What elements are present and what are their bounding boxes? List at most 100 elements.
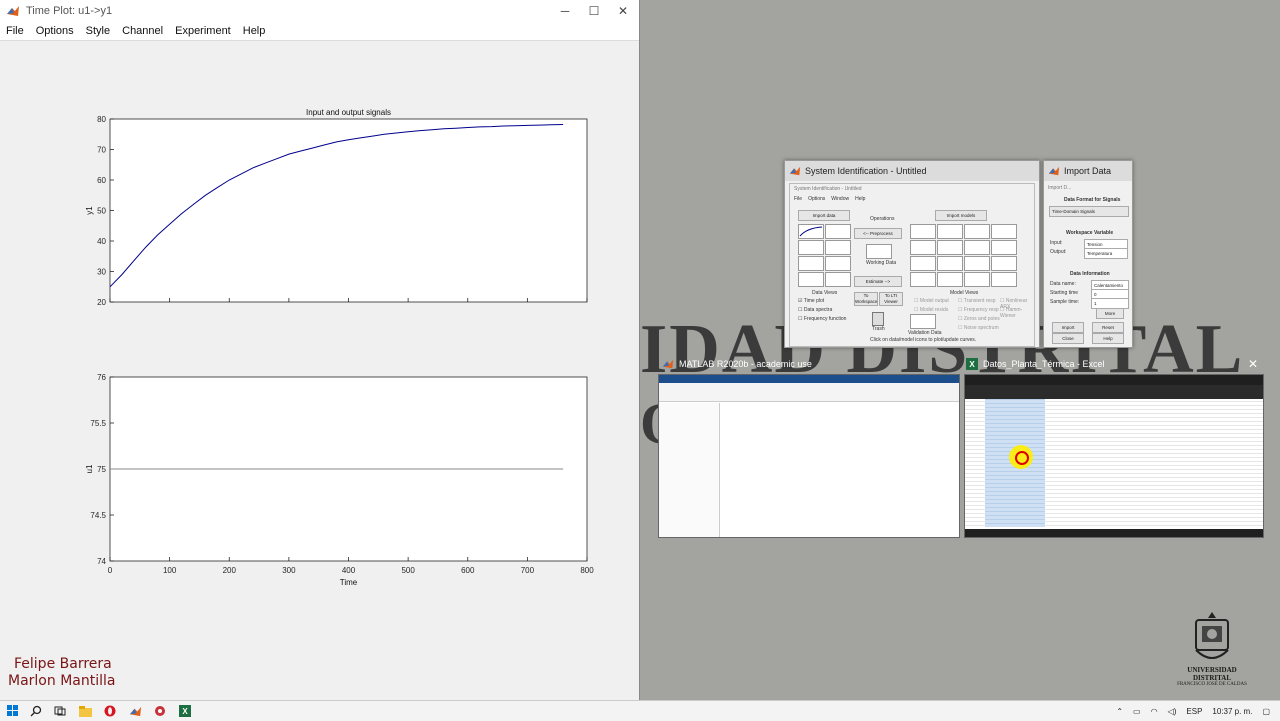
model-slot[interactable]	[991, 272, 1017, 287]
validation-data-slot[interactable]	[910, 314, 936, 329]
chevron-up-icon[interactable]: ⌃	[1116, 707, 1123, 716]
file-explorer-icon[interactable]	[78, 704, 92, 718]
model-slot[interactable]	[964, 240, 990, 255]
data-slot[interactable]	[825, 256, 851, 271]
thumbnail-close-icon[interactable]: ✕	[1248, 357, 1258, 371]
matlab-icon	[7, 6, 19, 16]
trash-icon[interactable]	[872, 312, 884, 326]
opera-icon[interactable]	[103, 704, 117, 718]
help-button[interactable]: Help	[1092, 333, 1124, 344]
model-slot[interactable]	[991, 224, 1017, 239]
zeros-poles-check[interactable]: ☐ Zeros and poles	[958, 316, 1000, 322]
model-resids-check[interactable]: ☐ Model resids	[914, 307, 948, 313]
excel-thumbnail-title[interactable]: X Datos_Planta_Térmica - Excel	[966, 358, 1105, 370]
menu-bar: File Options Style Channel Experiment He…	[0, 22, 639, 41]
credit-name: Marlon Mantilla	[8, 673, 116, 689]
menu-options[interactable]: Options	[30, 25, 80, 37]
data-slot[interactable]	[798, 272, 824, 287]
menu-file[interactable]: File	[0, 25, 30, 37]
menu-help[interactable]: Help	[855, 196, 865, 202]
data-slot[interactable]	[798, 256, 824, 271]
reset-button[interactable]: Reset	[1092, 322, 1124, 333]
excel-taskbar-icon[interactable]: X	[178, 704, 192, 718]
maximize-button[interactable]: ☐	[579, 0, 609, 22]
transient-resp-check[interactable]: ☐ Transient resp	[958, 298, 996, 304]
data-slot[interactable]	[825, 240, 851, 255]
menu-style[interactable]: Style	[80, 25, 116, 37]
estimate-dropdown[interactable]: Estimate -->	[854, 276, 902, 287]
matlab-thumbnail[interactable]	[658, 374, 960, 538]
language-indicator[interactable]: ESP	[1186, 707, 1202, 716]
preprocess-dropdown[interactable]: <-- Preprocess	[854, 228, 902, 239]
more-button[interactable]: More	[1096, 308, 1124, 319]
model-slot[interactable]	[910, 240, 936, 255]
import-button[interactable]: Import	[1052, 322, 1084, 333]
check-frequency-function[interactable]: ☐ Frequency function	[798, 316, 846, 322]
time-plot-titlebar[interactable]: Time Plot: u1->y1 ─ ☐ ✕	[0, 0, 639, 22]
check-data-spectra[interactable]: ☐ Data spectra	[798, 307, 832, 313]
x-tick-label: 300	[282, 566, 296, 575]
model-slot[interactable]	[991, 256, 1017, 271]
windows-start-icon[interactable]	[6, 704, 20, 718]
close-button[interactable]: ✕	[608, 0, 638, 22]
hamm-wiener-check[interactable]: ☐ Hamm-Wiener	[1000, 307, 1034, 319]
data-slot[interactable]	[798, 240, 824, 255]
menu-channel[interactable]: Channel	[116, 25, 169, 37]
model-slot[interactable]	[910, 224, 936, 239]
data-information-label: Data Information	[1070, 271, 1110, 277]
model-slot[interactable]	[910, 272, 936, 287]
menu-help[interactable]: Help	[237, 25, 272, 37]
model-slot[interactable]	[937, 272, 963, 287]
close-button[interactable]: Close	[1052, 333, 1084, 344]
menu-options[interactable]: Options	[808, 196, 825, 202]
input-label: Input:	[1050, 240, 1063, 246]
data-slot[interactable]	[825, 224, 851, 239]
to-workspace-button[interactable]: To Workspace	[854, 292, 878, 306]
working-data-slot[interactable]	[866, 244, 892, 259]
wifi-icon[interactable]: ◠	[1151, 707, 1158, 716]
noise-spectrum-check[interactable]: ☐ Noise spectrum	[958, 325, 999, 331]
model-slot[interactable]	[964, 224, 990, 239]
to-lti-viewer-button[interactable]: To LTI Viewer	[879, 292, 903, 306]
data-slot[interactable]	[825, 272, 851, 287]
menu-window[interactable]: Window	[831, 196, 849, 202]
data-format-select[interactable]: Time-Domain Signals	[1049, 206, 1129, 217]
model-slot[interactable]	[937, 224, 963, 239]
check-time-plot[interactable]: ☑ Time plot	[798, 298, 824, 304]
matlab-taskbar-icon[interactable]	[128, 704, 142, 718]
logo-subtitle: FRANCISCO JOSÉ DE CALDAS	[1177, 682, 1247, 687]
model-slot[interactable]	[991, 240, 1017, 255]
import-models-dropdown[interactable]: Import models	[935, 210, 987, 221]
import-data-titlebar[interactable]: Import Data	[1044, 161, 1132, 181]
model-slot[interactable]	[937, 240, 963, 255]
excel-thumbnail[interactable]	[964, 374, 1264, 538]
minimize-button[interactable]: ─	[550, 0, 580, 22]
system-identification-window[interactable]: System Identification - Untitled System …	[784, 160, 1040, 348]
frequency-resp-check[interactable]: ☐ Frequency resp	[958, 307, 999, 313]
search-icon[interactable]	[29, 704, 43, 718]
import-data-dropdown[interactable]: Import data	[798, 210, 850, 221]
x-tick-label: 400	[342, 566, 356, 575]
task-view-icon[interactable]	[53, 704, 67, 718]
network-icon[interactable]: ▭	[1133, 707, 1141, 716]
time-plot-window[interactable]: Time Plot: u1->y1 ─ ☐ ✕ File Options Sty…	[0, 0, 640, 700]
recorder-icon[interactable]	[153, 704, 167, 718]
menu-experiment[interactable]: Experiment	[169, 25, 237, 37]
import-data-window[interactable]: Import Data Import D... Data Format for …	[1043, 160, 1133, 348]
model-slot[interactable]	[910, 256, 936, 271]
volume-icon[interactable]: ◁)	[1168, 707, 1177, 716]
data-slot-active[interactable]	[798, 224, 824, 239]
y-tick-label: 20	[97, 298, 106, 307]
menu-file[interactable]: File	[794, 196, 802, 202]
sysident-titlebar[interactable]: System Identification - Untitled	[785, 161, 1039, 181]
y-tick-label: 50	[97, 207, 106, 216]
model-slot[interactable]	[964, 256, 990, 271]
model-output-check[interactable]: ☐ Model output	[914, 298, 949, 304]
model-slot[interactable]	[964, 272, 990, 287]
clock[interactable]: 10:37 p. m.	[1212, 707, 1252, 716]
model-slot[interactable]	[937, 256, 963, 271]
notifications-icon[interactable]: ▢	[1262, 707, 1270, 716]
y-tick-label: 70	[97, 146, 106, 155]
matlab-thumbnail-title[interactable]: MATLAB R2020b - academic use	[662, 358, 812, 370]
output-field[interactable]: Temperatura	[1084, 248, 1128, 259]
